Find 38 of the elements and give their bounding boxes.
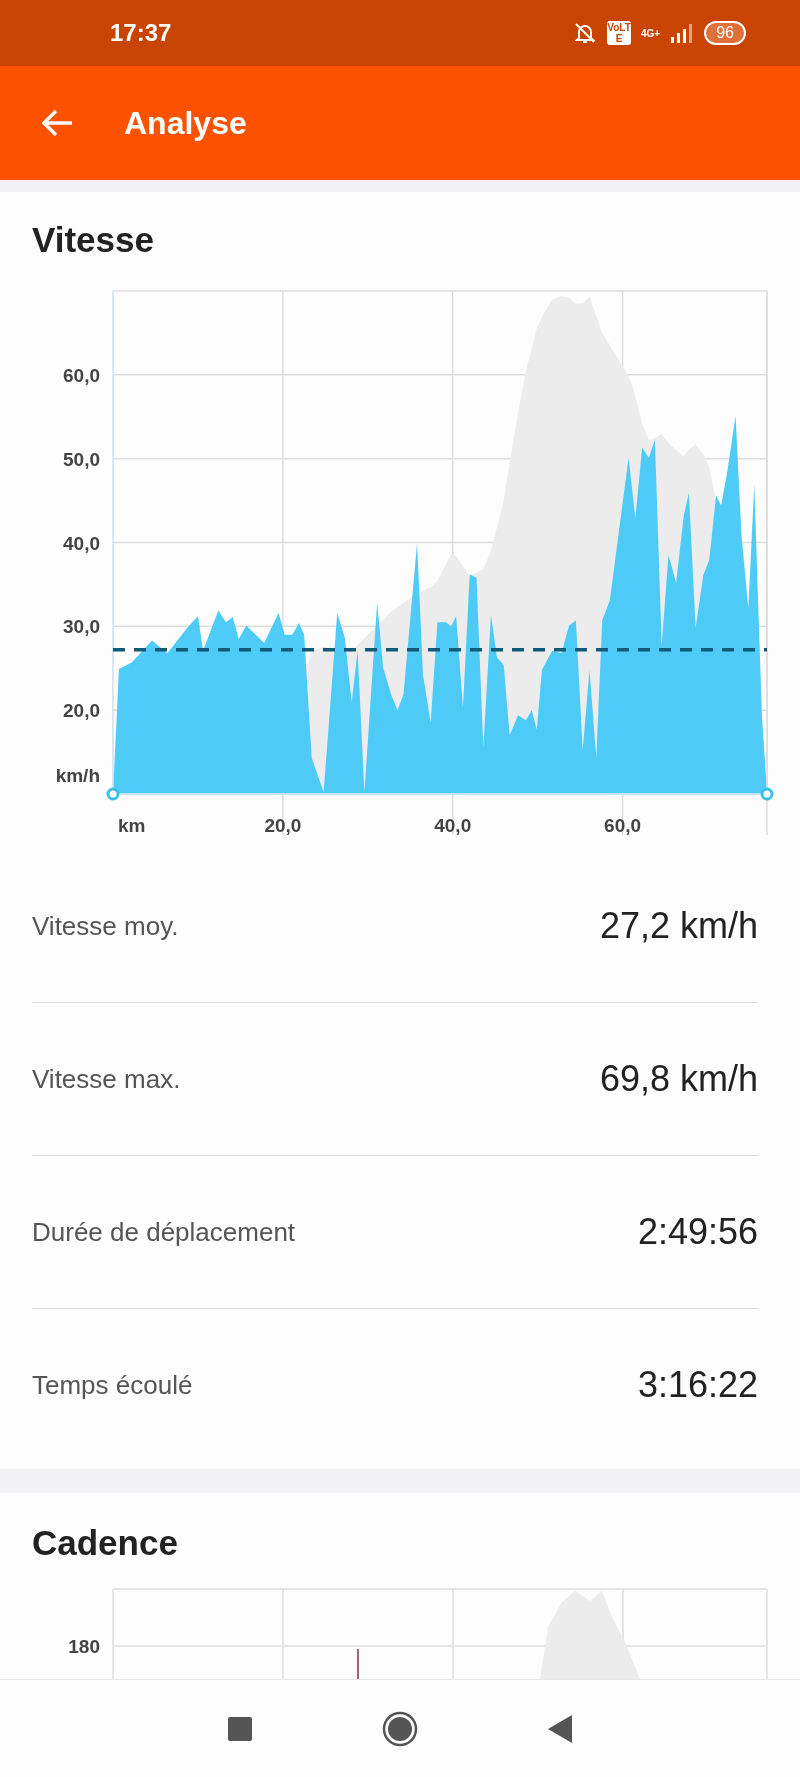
circle-icon [382, 1710, 418, 1747]
square-icon [228, 1716, 252, 1741]
axis-label: 20,0 [63, 700, 100, 722]
back-button[interactable] [40, 108, 74, 138]
screen-title: Analyse [124, 104, 247, 142]
back-nav-button[interactable] [548, 1714, 572, 1743]
stat-value: 27,2 km/h [599, 905, 758, 947]
section-title: Cadence [32, 1523, 179, 1563]
stat-label: Temps écoulé [32, 1369, 193, 1401]
axis-label: 60,0 [63, 364, 100, 386]
axis-label: 50,0 [63, 448, 100, 470]
battery-level: 96 [704, 21, 746, 45]
muted-bell-icon [573, 21, 597, 45]
start-marker [106, 787, 120, 801]
x-axis-title: km [118, 815, 146, 836]
triangle-icon [548, 1714, 572, 1743]
home-button[interactable] [382, 1710, 418, 1747]
end-marker [760, 787, 774, 801]
axis-label: 40,0 [63, 532, 100, 554]
stat-value: 69,8 km/h [599, 1058, 758, 1100]
axis-label: 40,0 [434, 815, 472, 836]
axis-label: 20,0 [264, 815, 302, 836]
volte-badge: VoLTE [607, 21, 631, 45]
stat-value: 2:49:56 [637, 1211, 758, 1253]
signal-icon [670, 23, 695, 43]
stat-label: Vitesse max. [32, 1063, 181, 1095]
clock: 17:37 [110, 19, 173, 47]
stat-label: Vitesse moy. [32, 910, 179, 942]
axis-label: 180 [68, 1636, 100, 1657]
section-title: Vitesse [32, 220, 155, 260]
back-arrow-icon [40, 108, 74, 138]
axis-label: 30,0 [63, 616, 100, 638]
axis-label: 60,0 [604, 815, 642, 836]
stat-value: 3:16:22 [637, 1364, 758, 1406]
recents-button[interactable] [228, 1716, 252, 1741]
network-type: 4G+ [641, 27, 661, 39]
y-axis-title: km/h [55, 765, 100, 786]
stat-label: Durée de déplacement [32, 1216, 296, 1248]
